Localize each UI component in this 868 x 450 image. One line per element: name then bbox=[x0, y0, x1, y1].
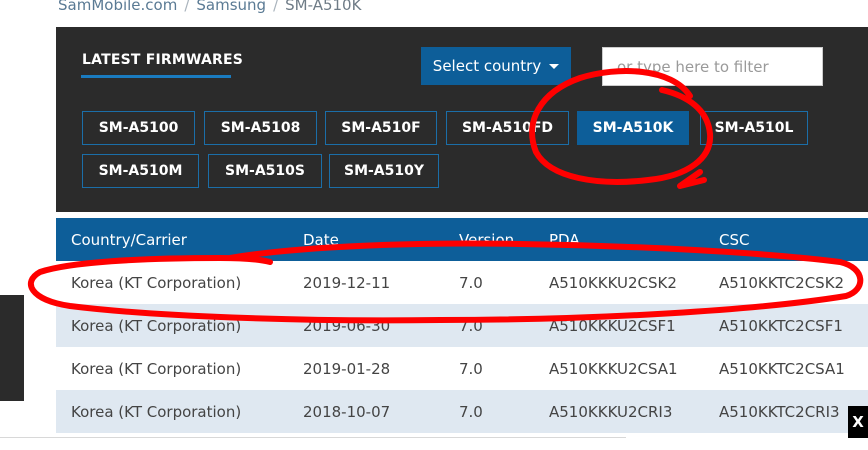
table-row[interactable]: Korea (KT Corporation) 2019-06-30 7.0 A5… bbox=[56, 304, 868, 347]
breadcrumb-separator: / bbox=[184, 0, 190, 14]
cell-csc: A510KKTC2CSF1 bbox=[719, 316, 843, 335]
breadcrumb-brand-link[interactable]: Samsung bbox=[196, 0, 266, 14]
header-date: Date bbox=[303, 230, 339, 249]
model-button-sm-a510s[interactable]: SM-A510S bbox=[208, 154, 322, 188]
header-country: Country/Carrier bbox=[71, 230, 187, 249]
breadcrumb-separator: / bbox=[273, 0, 279, 14]
side-panel-edge bbox=[0, 295, 24, 401]
select-country-button[interactable]: Select country bbox=[421, 47, 571, 85]
cell-csc: A510KKTC2CSA1 bbox=[719, 359, 845, 378]
close-button[interactable]: X bbox=[848, 406, 868, 438]
cell-country: Korea (KT Corporation) bbox=[71, 402, 242, 421]
select-country-label: Select country bbox=[432, 57, 542, 75]
divider bbox=[0, 437, 626, 438]
table-row[interactable]: Korea (KT Corporation) 2019-12-11 7.0 A5… bbox=[56, 261, 868, 304]
table-row[interactable]: Korea (KT Corporation) 2018-10-07 7.0 A5… bbox=[56, 390, 868, 433]
model-button-sm-a510f[interactable]: SM-A510F bbox=[325, 111, 437, 145]
cell-date: 2019-12-11 bbox=[303, 273, 391, 292]
cell-pda: A510KKKU2CSA1 bbox=[549, 359, 678, 378]
cell-csc: A510KKTC2CRI3 bbox=[719, 402, 840, 421]
cell-version: 7.0 bbox=[459, 402, 483, 421]
cell-version: 7.0 bbox=[459, 316, 483, 335]
cell-date: 2019-01-28 bbox=[303, 359, 391, 378]
cell-country: Korea (KT Corporation) bbox=[71, 359, 242, 378]
cell-date: 2018-10-07 bbox=[303, 402, 391, 421]
filter-input[interactable] bbox=[602, 47, 823, 86]
model-button-sm-a510fd[interactable]: SM-A510FD bbox=[446, 111, 569, 145]
header-csc: CSC bbox=[719, 230, 750, 249]
model-button-sm-a510l[interactable]: SM-A510L bbox=[700, 111, 808, 145]
firmware-panel: LATEST FIRMWARES Select country SM-A5100… bbox=[56, 27, 868, 212]
cell-country: Korea (KT Corporation) bbox=[71, 316, 242, 335]
cell-date: 2019-06-30 bbox=[303, 316, 391, 335]
breadcrumb-home-link[interactable]: SamMobile.com bbox=[58, 0, 177, 14]
firmware-table: Country/Carrier Date Version PDA CSC Kor… bbox=[56, 218, 868, 433]
cell-version: 7.0 bbox=[459, 359, 483, 378]
cell-pda: A510KKKU2CSF1 bbox=[549, 316, 676, 335]
breadcrumb: SamMobile.com / Samsung / SM-A510K bbox=[58, 0, 361, 16]
panel-title: LATEST FIRMWARES bbox=[82, 52, 244, 68]
cell-pda: A510KKKU2CSK2 bbox=[549, 273, 677, 292]
cell-csc: A510KKTC2CSK2 bbox=[719, 273, 845, 292]
model-button-sm-a510k[interactable]: SM-A510K bbox=[577, 111, 689, 145]
table-header: Country/Carrier Date Version PDA CSC bbox=[56, 218, 868, 261]
header-version: Version bbox=[459, 230, 515, 249]
model-button-sm-a510m[interactable]: SM-A510M bbox=[82, 154, 199, 188]
breadcrumb-current: SM-A510K bbox=[285, 0, 362, 14]
cell-country: Korea (KT Corporation) bbox=[71, 273, 242, 292]
cell-version: 7.0 bbox=[459, 273, 483, 292]
table-row[interactable]: Korea (KT Corporation) 2019-01-28 7.0 A5… bbox=[56, 347, 868, 390]
model-button-sm-a510y[interactable]: SM-A510Y bbox=[329, 154, 439, 188]
header-pda: PDA bbox=[549, 230, 580, 249]
title-underline bbox=[81, 75, 231, 78]
model-button-sm-a5100[interactable]: SM-A5100 bbox=[82, 111, 195, 145]
cell-pda: A510KKKU2CRI3 bbox=[549, 402, 673, 421]
caret-down-icon bbox=[549, 63, 560, 69]
model-button-sm-a5108[interactable]: SM-A5108 bbox=[204, 111, 317, 145]
